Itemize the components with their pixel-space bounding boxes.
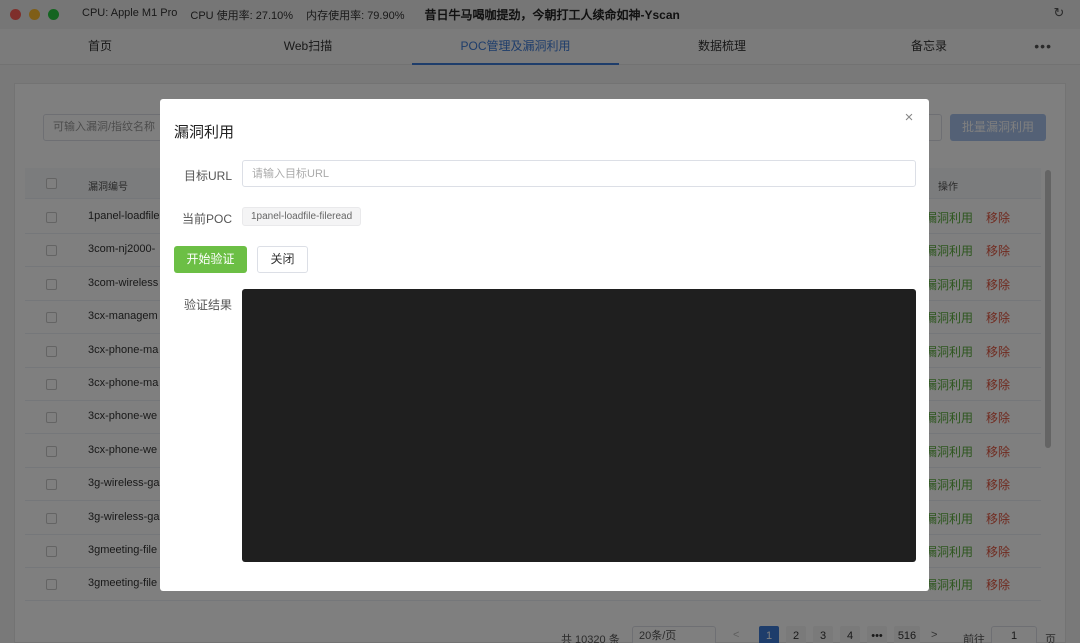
result-label: 验证结果 (183, 298, 232, 312)
dialog-title: 漏洞利用 (174, 124, 235, 141)
target-url-input[interactable] (242, 160, 916, 187)
start-verify-button[interactable]: 开始验证 (174, 246, 247, 273)
target-url-label: 目标URL (183, 169, 232, 183)
exploit-dialog: 漏洞利用 × 目标URL 当前POC 1panel-loadfile-filer… (160, 99, 929, 591)
verify-result-output[interactable] (242, 289, 916, 562)
current-poc-tag: 1panel-loadfile-fileread (242, 207, 362, 226)
current-poc-label: 当前POC (181, 212, 232, 226)
close-icon[interactable]: × (902, 110, 916, 125)
close-dialog-button[interactable]: 关闭 (257, 246, 308, 273)
